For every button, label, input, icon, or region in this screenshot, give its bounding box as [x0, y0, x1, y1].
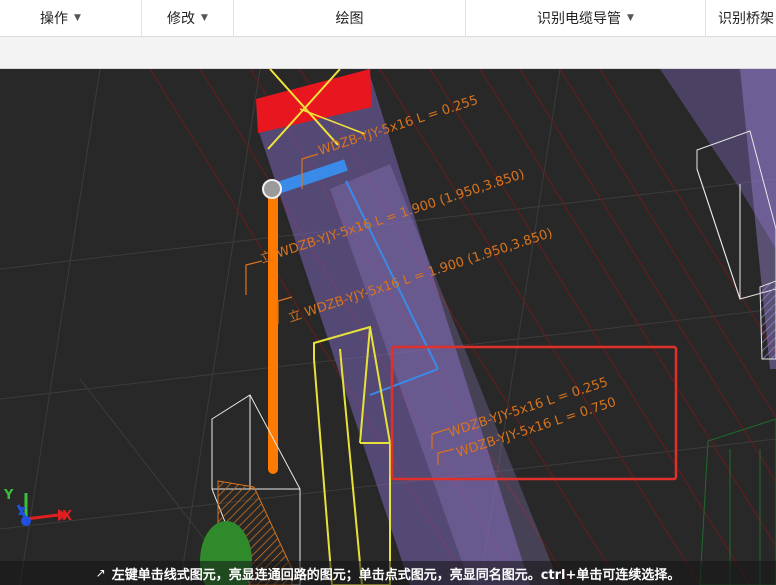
3d-scene[interactable]: WDZB-YJY-5x16 L = 0.255 立 WDZB-YJY-5x16 …: [0, 69, 776, 585]
menu-operate[interactable]: 操作 ▼: [0, 0, 142, 36]
menu-modify-label: 修改: [167, 11, 196, 27]
cable-tray[interactable]: [258, 69, 560, 585]
status-bar: ↗ 左键单击线式图元，亮显连通回路的图元；单击点式图元，亮显同名图元。ctrl+…: [0, 561, 776, 585]
menu-identify-cable-conduit[interactable]: 识别电缆导管 ▼: [466, 0, 706, 36]
riser-pipe[interactable]: [262, 179, 282, 474]
menu-identify-tray[interactable]: 识别桥架: [706, 0, 776, 36]
status-hint-text: 左键单击线式图元，亮显连通回路的图元；单击点式图元，亮显同名图元。ctrl+单击…: [111, 567, 681, 583]
top-menu-bar: 操作 ▼ 修改 ▼ 绘图 识别电缆导管 ▼ 识别桥架: [0, 0, 776, 37]
menu-modify[interactable]: 修改 ▼: [142, 0, 234, 36]
axis-y-label: Y: [3, 488, 14, 503]
menu-operate-label: 操作: [40, 11, 69, 27]
3d-viewport[interactable]: WDZB-YJY-5x16 L = 0.255 立 WDZB-YJY-5x16 …: [0, 69, 776, 585]
menu-draw-label: 绘图: [335, 11, 364, 27]
chevron-down-icon: ▼: [201, 13, 208, 23]
chevron-down-icon: ▼: [627, 13, 634, 23]
menu-identify-tray-label: 识别桥架: [718, 11, 774, 27]
menu-identify-cable-conduit-label: 识别电缆导管: [537, 11, 622, 27]
axis-x-label: X: [62, 509, 72, 524]
chevron-down-icon: ▼: [74, 13, 81, 23]
cursor-arrow-icon: ↗: [95, 566, 106, 580]
axis-gizmo: Y Z X: [3, 488, 72, 526]
ribbon-panel: [0, 37, 776, 69]
menu-draw[interactable]: 绘图: [234, 0, 466, 36]
axis-z-label: Z: [18, 505, 26, 518]
